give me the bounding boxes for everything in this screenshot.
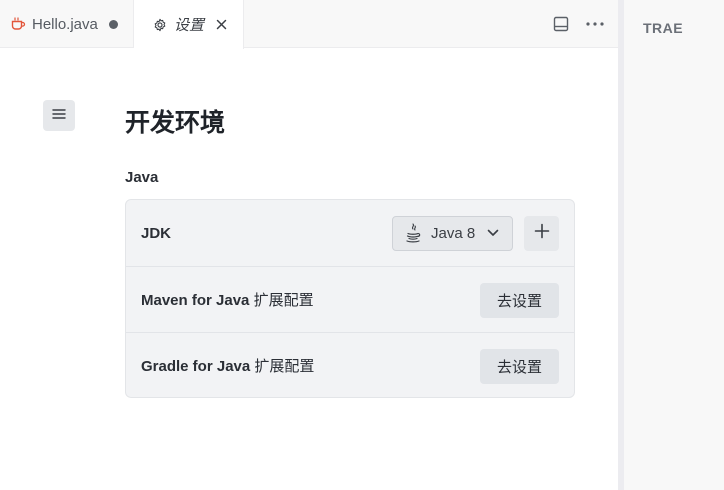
tab-label: 设置 <box>174 17 205 34</box>
gradle-settings-button[interactable]: 去设置 <box>480 348 559 384</box>
tab-label: Hello.java <box>32 15 98 33</box>
panel-layout-icon[interactable] <box>552 15 570 33</box>
gear-icon <box>152 17 168 33</box>
tab-bar-actions <box>552 0 604 48</box>
row-controls: 去设置 <box>480 333 559 397</box>
more-icon[interactable] <box>586 15 604 33</box>
menu-toggle-button[interactable] <box>43 100 75 131</box>
row-controls: 去设置 <box>480 267 559 333</box>
select-value: Java 8 <box>431 224 476 242</box>
row-controls: Java 8 <box>392 200 559 266</box>
hamburger-icon <box>52 107 66 125</box>
jdk-version-select[interactable]: Java 8 <box>392 215 513 251</box>
chevron-down-icon <box>486 226 500 240</box>
page-title: 开发环境 <box>125 109 226 137</box>
settings-row-maven: Maven for Java 扩展配置 去设置 <box>126 266 574 332</box>
plus-icon <box>534 223 550 244</box>
close-icon[interactable] <box>215 19 227 31</box>
row-label: Maven for Java 扩展配置 <box>141 292 314 309</box>
row-label: JDK <box>141 224 172 242</box>
tab-hello-java[interactable]: Hello.java <box>0 0 134 48</box>
right-panel-title: TRAE <box>643 20 684 36</box>
add-jdk-button[interactable] <box>524 215 559 251</box>
row-label: Gradle for Java 扩展配置 <box>141 358 315 375</box>
tab-bar: Hello.java 设置 <box>0 0 618 49</box>
unsaved-dot-icon <box>108 19 118 29</box>
editor-area: Hello.java 设置 开发环境 Java JDK Java 8 Maven… <box>0 0 618 490</box>
maven-settings-button[interactable]: 去设置 <box>480 282 559 318</box>
tab-settings[interactable]: 设置 <box>134 0 244 49</box>
app-window: Hello.java 设置 开发环境 Java JDK Java 8 Maven… <box>0 0 724 490</box>
settings-row-jdk: JDK Java 8 <box>126 200 574 266</box>
java-cup-icon <box>404 223 422 243</box>
settings-card: JDK Java 8 Maven for Java 扩展配置 去设置 Gradl… <box>125 199 575 398</box>
settings-row-gradle: Gradle for Java 扩展配置 去设置 <box>126 332 574 397</box>
right-panel: TRAE <box>624 0 724 490</box>
java-file-icon <box>10 16 26 32</box>
section-label: Java <box>125 169 159 186</box>
